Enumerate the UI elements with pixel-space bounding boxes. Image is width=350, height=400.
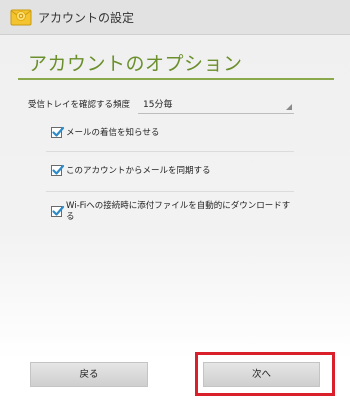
envelope-icon [10,6,32,28]
option-notify-new-mail[interactable]: メールの着信を知らせる [46,125,296,141]
title-divider [18,78,334,80]
option-sync-email[interactable]: このアカウントからメールを同期する [46,163,296,179]
checkbox-auto-download-attachments[interactable] [51,205,65,217]
option-label: Wi-Fiへの接続時に添付ファイルを自動的にダウンロードする [66,201,291,222]
checkbox-notify-new-mail[interactable] [51,126,65,138]
title-bar: アカウントの設定 [0,0,350,35]
inbox-frequency-label: 受信トレイを確認する頻度 [28,100,131,110]
option-label: メールの着信を知らせる [66,128,160,138]
checkmark-icon [52,164,65,175]
checkmark-icon [52,126,65,137]
window-title: アカウントの設定 [38,11,135,25]
option-auto-download-attachments[interactable]: Wi-Fiへの接続時に添付ファイルを自動的にダウンロードする [46,200,296,226]
divider [46,191,294,192]
next-button-highlight [195,352,335,396]
dropdown-arrow-icon [286,104,292,110]
option-label: このアカウントからメールを同期する [66,166,211,176]
page-title: アカウントのオプション [28,53,243,75]
inbox-frequency-select[interactable]: 15分毎 [138,92,294,114]
account-setup-screen: アカウントの設定 アカウントのオプション 受信トレイを確認する頻度 15分毎 メ… [0,0,350,400]
checkbox-sync-email[interactable] [51,164,65,176]
divider [46,151,294,152]
inbox-frequency-value: 15分毎 [143,100,173,110]
back-button[interactable]: 戻る [30,362,148,387]
checkmark-icon [52,205,65,216]
